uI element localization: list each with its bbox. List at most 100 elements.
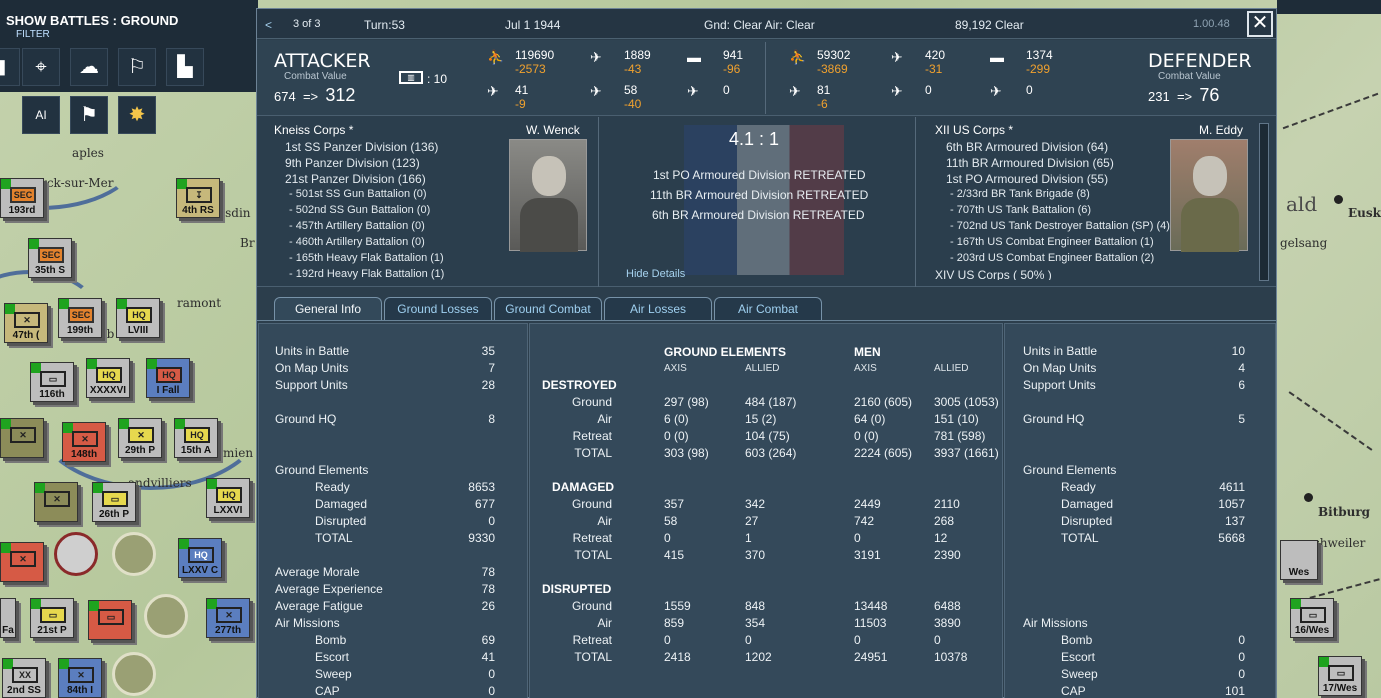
- loss-cell: 3890: [934, 616, 961, 630]
- tab-ground-combat[interactable]: Ground Combat: [494, 297, 602, 321]
- attacker-info-label: On Map Units: [275, 361, 349, 375]
- defender-info-value: 10: [1231, 344, 1245, 358]
- attacker-men: 119690 -2573: [515, 48, 555, 76]
- summary-panel: ATTACKER Combat Value 674 => 312 ▥ : 10 …: [257, 40, 1276, 116]
- hide-details-link[interactable]: Hide Details: [626, 268, 685, 280]
- explosion-icon[interactable]: ✸: [118, 96, 156, 134]
- unit-counter[interactable]: SEC 193rd: [0, 178, 44, 218]
- tab-air-losses[interactable]: Air Losses: [604, 297, 712, 321]
- unit-counter[interactable]: SEC 199th: [58, 298, 102, 338]
- attacker-info-label: Disrupted: [315, 514, 367, 528]
- ground-elements-header: GROUND ELEMENTS: [664, 345, 787, 359]
- unit-counter[interactable]: HQ 15th A: [174, 418, 218, 458]
- unit-counter[interactable]: ▭ 16/Wes: [1290, 598, 1334, 638]
- version-label: 1.00.48: [1193, 18, 1230, 30]
- unit-counter[interactable]: [112, 532, 156, 576]
- loss-cell: 415: [664, 548, 685, 562]
- corps-scrollbar[interactable]: [1259, 123, 1269, 281]
- map-label: gelsang: [1280, 236, 1328, 250]
- attacker-info-label: Units in Battle: [275, 344, 350, 358]
- unit-counter[interactable]: [54, 532, 98, 576]
- prev-arrow[interactable]: <: [265, 18, 272, 32]
- loss-cell: 3005 (1053): [934, 395, 999, 409]
- defender-division[interactable]: 6th BR Armoured Division (64): [946, 140, 1108, 154]
- loss-cell: 6488: [934, 599, 961, 613]
- close-icon[interactable]: ✕: [1247, 11, 1273, 37]
- loss-cell: 10378: [934, 650, 968, 664]
- unit-counter[interactable]: ▭ 21st P: [30, 598, 74, 638]
- unit-counter[interactable]: HQ LVIII: [116, 298, 160, 338]
- city-icon[interactable]: ▙: [166, 48, 204, 86]
- attacker-cv-label: Combat Value: [284, 71, 347, 82]
- map-label: aples: [72, 146, 104, 160]
- unit-counter[interactable]: ▭ 116th: [30, 362, 74, 402]
- attacker-support-unit[interactable]: - 460th Artillery Battalion (0): [289, 236, 425, 248]
- bookmark-icon[interactable]: ⚑: [70, 96, 108, 134]
- unit-counter[interactable]: ✕: [0, 418, 44, 458]
- ai-icon[interactable]: AI: [22, 96, 60, 134]
- defender-info-label: Air Missions: [1023, 616, 1088, 630]
- unit-counter[interactable]: XX 2nd SS: [2, 658, 46, 698]
- unit-counter[interactable]: [112, 652, 156, 696]
- unit-counter[interactable]: HQ I Fall: [146, 358, 190, 398]
- defender-next-corps[interactable]: XIV US Corps ( 50% ): [935, 268, 1052, 280]
- attacker-division[interactable]: 21st Panzer Division (166): [285, 172, 426, 186]
- defender-corps-name[interactable]: XII US Corps *: [935, 123, 1013, 137]
- weather-label: Gnd: Clear Air: Clear: [704, 18, 815, 32]
- attacker-info-value: 677: [474, 497, 495, 511]
- unit-counter[interactable]: [144, 594, 188, 638]
- attacker-support-unit[interactable]: - 165th Heavy Flak Battalion (1): [289, 252, 444, 264]
- unit-counter[interactable]: Fa: [0, 598, 16, 638]
- tab-ground-losses[interactable]: Ground Losses: [384, 297, 492, 321]
- zoom-icon[interactable]: ▮: [0, 48, 20, 86]
- corps-details: Kneiss Corps * W. Wenck 1st SS Panzer Di…: [257, 117, 1276, 287]
- defender-leader-name[interactable]: M. Eddy: [1199, 123, 1243, 137]
- attacker-support-unit[interactable]: - 501st SS Gun Battalion (0): [289, 188, 427, 200]
- defender-support-unit[interactable]: - 2/33rd BR Tank Brigade (8): [950, 188, 1090, 200]
- attacker-corps-name[interactable]: Kneiss Corps *: [274, 123, 353, 137]
- defender-support-unit[interactable]: - 203rd US Combat Engineer Battalion (2): [950, 252, 1154, 264]
- loss-cell: 6 (0): [664, 412, 689, 426]
- target-icon[interactable]: ⌖: [22, 48, 60, 86]
- defender-support-unit[interactable]: - 707th US Tank Battalion (6): [950, 204, 1091, 216]
- unit-counter[interactable]: Wes: [1280, 540, 1318, 580]
- defender-support-unit[interactable]: - 702nd US Tank Destroyer Battalion (SP)…: [950, 220, 1170, 232]
- attacker-info-value: 78: [481, 582, 495, 596]
- loss-cell: 354: [745, 616, 766, 630]
- unit-counter[interactable]: ✕: [0, 542, 44, 582]
- defender-support-unit[interactable]: - 167th US Combat Engineer Battalion (1): [950, 236, 1154, 248]
- attacker-division[interactable]: 1st SS Panzer Division (136): [285, 140, 438, 154]
- bomber-icon: ✈: [891, 83, 903, 99]
- unit-counter[interactable]: ✕: [34, 482, 78, 522]
- tab-general-info[interactable]: General Info: [274, 297, 382, 321]
- defender-corps-panel: XII US Corps * M. Eddy 6th BR Armoured D…: [917, 117, 1276, 287]
- unit-counter[interactable]: HQ XXXXVI: [86, 358, 130, 398]
- loss-cell: 2110: [934, 497, 960, 511]
- map-label: esdin: [218, 206, 251, 220]
- weather-icon[interactable]: ☁: [70, 48, 108, 86]
- filter-link[interactable]: FILTER: [16, 29, 50, 40]
- unit-counter[interactable]: ↧ 4th RS: [176, 178, 220, 218]
- attacker-leader-name[interactable]: W. Wenck: [526, 123, 580, 137]
- unit-counter[interactable]: HQ LXXV C: [178, 538, 222, 578]
- attacker-support-unit[interactable]: - 502nd SS Gun Battalion (0): [289, 204, 430, 216]
- unit-counter[interactable]: SEC 35th S: [28, 238, 72, 278]
- unit-counter[interactable]: ✕ 277th: [206, 598, 250, 638]
- defender-division[interactable]: 1st PO Armoured Division (55): [946, 172, 1108, 186]
- unit-counter[interactable]: ▭ 17/Wes: [1318, 656, 1362, 696]
- unit-counter[interactable]: ✕ 84th I: [58, 658, 102, 698]
- unit-counter[interactable]: ▭: [88, 600, 132, 640]
- attacker-support-unit[interactable]: - 192rd Heavy Flak Battalion (1): [289, 268, 444, 280]
- unit-counter[interactable]: ✕ 148th: [62, 422, 106, 462]
- flag-icon[interactable]: ⚐: [118, 48, 156, 86]
- unit-counter[interactable]: HQ LXXVI: [206, 478, 250, 518]
- defender-division[interactable]: 11th BR Armoured Division (65): [946, 156, 1114, 170]
- attacker-division[interactable]: 9th Panzer Division (123): [285, 156, 420, 170]
- unit-counter[interactable]: ✕ 29th P: [118, 418, 162, 458]
- loss-row-label: Retreat: [572, 531, 612, 545]
- tab-air-combat[interactable]: Air Combat: [714, 297, 822, 321]
- unit-counter[interactable]: ✕ 47th (: [4, 303, 48, 343]
- loss-cell: 859: [664, 616, 685, 630]
- unit-counter[interactable]: ▭ 26th P: [92, 482, 136, 522]
- attacker-support-unit[interactable]: - 457th Artillery Battalion (0): [289, 220, 425, 232]
